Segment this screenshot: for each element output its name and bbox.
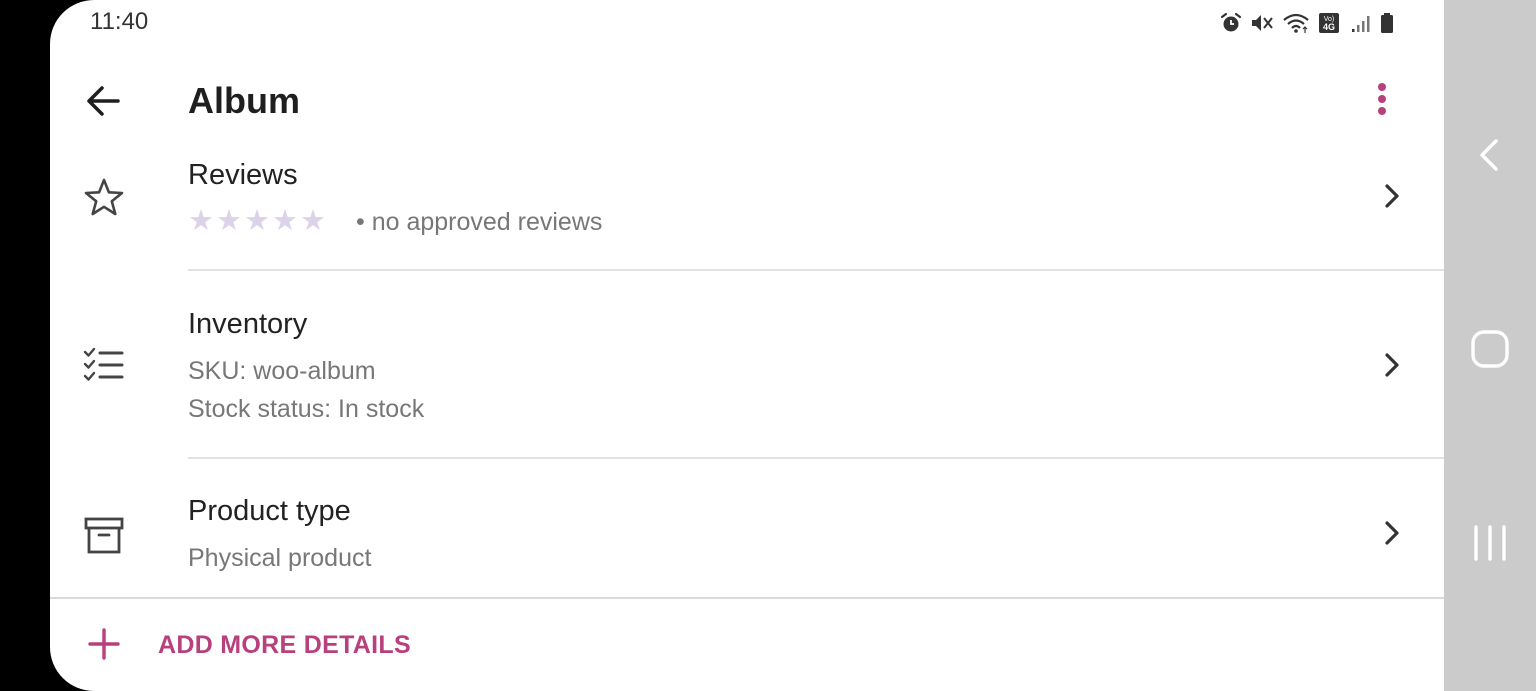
reviews-subtitle: • no approved reviews: [356, 208, 603, 236]
recents-nav-icon: [1474, 525, 1506, 561]
archive-box-icon: [80, 511, 128, 559]
add-more-details-button[interactable]: ADD MORE DETAILS: [50, 599, 1444, 691]
inventory-row[interactable]: Inventory SKU: woo-album Stock status: I…: [50, 271, 1444, 457]
home-nav-icon: [1471, 330, 1509, 368]
plus-icon: [86, 624, 122, 664]
wifi-icon: [1283, 13, 1309, 33]
arrow-left-icon: [87, 86, 120, 116]
mute-icon: [1252, 15, 1273, 31]
chevron-right-icon: [1378, 513, 1406, 553]
inventory-stock-status: Stock status: In stock: [188, 395, 425, 423]
nav-back-button[interactable]: [1474, 133, 1506, 177]
star-empty-icon: ★: [272, 205, 298, 237]
nav-recents-button[interactable]: [1470, 521, 1510, 565]
page-title: Album: [188, 80, 300, 121]
star-empty-icon: ★: [188, 205, 214, 237]
status-icons: Vo) 4G: [1220, 10, 1394, 36]
product-type-subtitle: Physical product: [188, 544, 372, 572]
inventory-sku: SKU: woo-album: [188, 357, 376, 385]
star-outline-icon: [80, 174, 128, 222]
app-screen: 11:40 Vo) 4G Album Reviews ★ ★ ★ ★ ★ • no…: [50, 0, 1444, 691]
star-empty-icon: ★: [300, 205, 326, 237]
alarm-icon: [1220, 12, 1242, 32]
system-nav-bar: [1444, 0, 1536, 691]
reviews-title: Reviews: [188, 159, 298, 191]
rating-stars: ★ ★ ★ ★ ★: [188, 205, 326, 237]
more-options-button[interactable]: [1366, 76, 1398, 124]
star-empty-icon: ★: [244, 205, 270, 237]
svg-text:4G: 4G: [1323, 22, 1335, 32]
chevron-right-icon: [1378, 176, 1406, 216]
back-nav-icon: [1480, 139, 1498, 171]
more-vertical-icon: [1378, 83, 1386, 115]
product-type-row[interactable]: Product type Physical product: [50, 459, 1444, 597]
chevron-right-icon: [1378, 345, 1406, 385]
product-type-title: Product type: [188, 495, 351, 527]
star-empty-icon: ★: [216, 205, 242, 237]
checklist-icon: [80, 341, 128, 389]
add-more-details-label: ADD MORE DETAILS: [158, 631, 411, 659]
volte-4g-icon: Vo)4G: [1319, 13, 1339, 33]
nav-home-button[interactable]: [1468, 327, 1512, 371]
battery-icon: [1381, 13, 1393, 33]
inventory-title: Inventory: [188, 308, 308, 340]
signal-icon: [1352, 16, 1370, 32]
back-button[interactable]: [80, 77, 128, 125]
status-time: 11:40: [90, 8, 149, 35]
